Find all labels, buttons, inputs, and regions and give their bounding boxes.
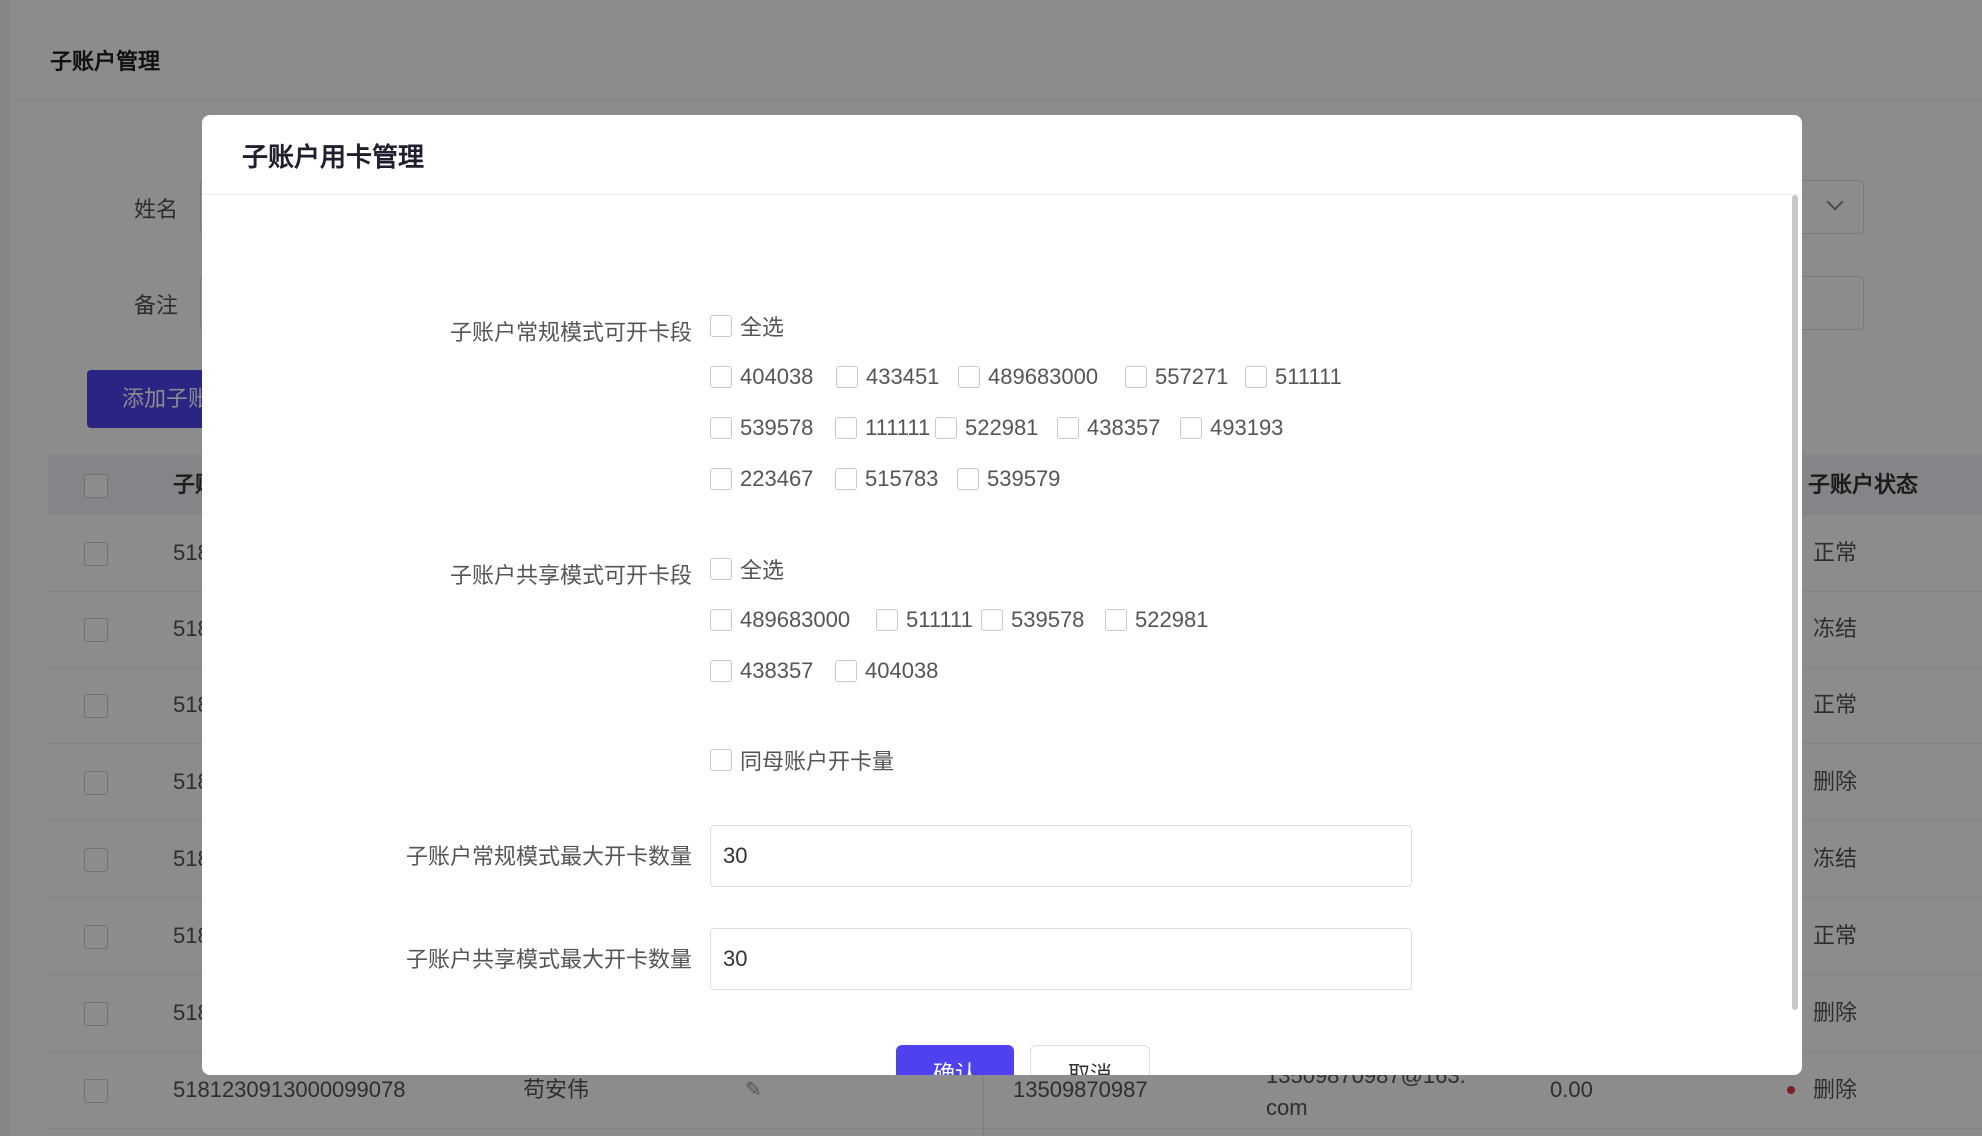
normal-bin-checkbox[interactable]: 111111 <box>835 413 930 443</box>
checkbox-label: 539578 <box>1011 607 1085 632</box>
checkbox-box[interactable] <box>710 315 732 337</box>
checkbox-label: 539578 <box>740 415 814 440</box>
normal-bin-checkbox[interactable]: 515783 <box>835 464 938 494</box>
checkbox-box[interactable] <box>835 417 857 439</box>
checkbox-box[interactable] <box>710 468 732 490</box>
checkbox-label: 489683000 <box>740 607 851 632</box>
normal-bin-checkbox[interactable]: 404038 <box>710 362 813 392</box>
normal-bins-label: 子账户常规模式可开卡段 <box>449 320 692 345</box>
checkbox-box[interactable] <box>958 366 980 388</box>
checkbox-box[interactable] <box>710 749 732 771</box>
divider <box>202 194 1802 195</box>
checkbox-box[interactable] <box>1180 417 1202 439</box>
shared-bin-checkbox[interactable]: 539578 <box>981 605 1084 635</box>
checkbox-label: 515783 <box>865 466 939 491</box>
checkbox-label: 111111 <box>865 415 931 440</box>
normal-bin-checkbox[interactable]: 493193 <box>1180 413 1283 443</box>
checkbox-box[interactable] <box>710 609 732 631</box>
checkbox-box[interactable] <box>957 468 979 490</box>
shared-bin-checkbox[interactable]: 522981 <box>1105 605 1208 635</box>
checkbox-label: 511111 <box>1275 364 1342 389</box>
checkbox-label: 522981 <box>1135 607 1209 632</box>
scrollbar[interactable] <box>1792 195 1798 1010</box>
checkbox-box[interactable] <box>876 609 898 631</box>
dialog-title: 子账户用卡管理 <box>242 142 425 172</box>
shared-max-label: 子账户共享模式最大开卡数量 <box>405 947 692 972</box>
normal-bin-checkbox[interactable]: 433451 <box>836 362 939 392</box>
checkbox-label: 404038 <box>740 364 814 389</box>
checkbox-label: 522981 <box>965 415 1039 440</box>
checkbox-box[interactable] <box>836 366 858 388</box>
shared-max-input[interactable] <box>710 928 1412 990</box>
checkbox-box[interactable] <box>981 609 1003 631</box>
checkbox-label: 223467 <box>740 466 814 491</box>
checkbox-box[interactable] <box>710 660 732 682</box>
checkbox-label: 全选 <box>740 558 785 583</box>
checkbox-label: 539579 <box>987 466 1061 491</box>
normal-max-input[interactable] <box>710 825 1412 887</box>
normal-bin-checkbox[interactable]: 557271 <box>1125 362 1228 392</box>
normal-max-label: 子账户常规模式最大开卡数量 <box>405 844 692 869</box>
normal-bin-checkbox[interactable]: 223467 <box>710 464 813 494</box>
checkbox-label: 493193 <box>1210 415 1284 440</box>
normal-bin-checkbox[interactable]: 511111 <box>1245 362 1342 392</box>
checkbox-label: 438357 <box>740 658 814 683</box>
normal-select-all-checkbox[interactable]: 全选 <box>710 311 784 341</box>
normal-bin-checkbox[interactable]: 438357 <box>1057 413 1160 443</box>
normal-bin-checkbox[interactable]: 522981 <box>935 413 1038 443</box>
checkbox-box[interactable] <box>1057 417 1079 439</box>
checkbox-label: 438357 <box>1087 415 1161 440</box>
checkbox-box[interactable] <box>835 660 857 682</box>
shared-bin-checkbox[interactable]: 489683000 <box>710 605 850 635</box>
checkbox-label: 全选 <box>740 315 785 340</box>
card-management-dialog: 子账户用卡管理 子账户常规模式可开卡段 全选 404038 433451 489… <box>202 115 1802 1075</box>
checkbox-box[interactable] <box>1125 366 1147 388</box>
normal-bin-checkbox[interactable]: 539578 <box>710 413 813 443</box>
normal-bin-checkbox[interactable]: 489683000 <box>958 362 1098 392</box>
checkbox-box[interactable] <box>710 366 732 388</box>
checkbox-box[interactable] <box>1105 609 1127 631</box>
shared-bin-checkbox[interactable]: 404038 <box>835 656 938 686</box>
shared-bin-checkbox[interactable]: 511111 <box>876 605 973 635</box>
cancel-button[interactable]: 取消 <box>1030 1045 1150 1075</box>
checkbox-label: 404038 <box>865 658 939 683</box>
confirm-button[interactable]: 确认 <box>896 1045 1014 1075</box>
shared-bins-label: 子账户共享模式可开卡段 <box>449 563 692 588</box>
checkbox-label: 同母账户开卡量 <box>740 749 895 774</box>
same-as-parent-checkbox[interactable]: 同母账户开卡量 <box>710 745 894 775</box>
checkbox-label: 433451 <box>866 364 940 389</box>
checkbox-box[interactable] <box>835 468 857 490</box>
checkbox-label: 557271 <box>1155 364 1229 389</box>
checkbox-box[interactable] <box>710 417 732 439</box>
checkbox-box[interactable] <box>935 417 957 439</box>
checkbox-label: 511111 <box>906 607 973 632</box>
normal-bin-checkbox[interactable]: 539579 <box>957 464 1060 494</box>
checkbox-box[interactable] <box>1245 366 1267 388</box>
shared-select-all-checkbox[interactable]: 全选 <box>710 554 784 584</box>
shared-bin-checkbox[interactable]: 438357 <box>710 656 813 686</box>
checkbox-box[interactable] <box>710 558 732 580</box>
checkbox-label: 489683000 <box>988 364 1099 389</box>
